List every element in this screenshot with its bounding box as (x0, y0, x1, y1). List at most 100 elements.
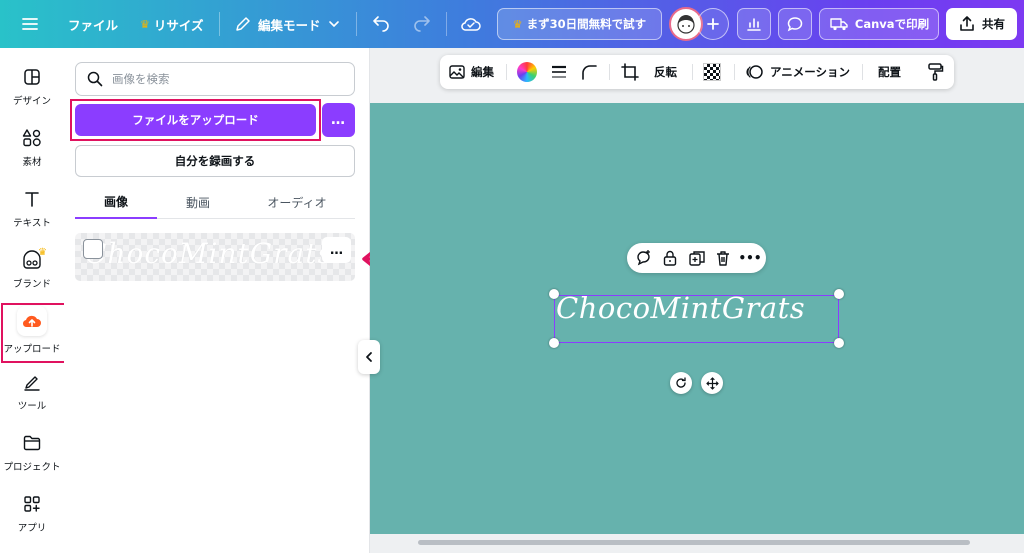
redo-icon[interactable] (412, 0, 432, 48)
edit-mode-menu[interactable]: 編集モード (234, 0, 341, 48)
search-icon (87, 71, 103, 87)
horizontal-scrollbar[interactable] (418, 540, 970, 545)
edit-mode-label: 編集モード (258, 17, 321, 33)
crop-button[interactable] (621, 55, 639, 89)
rail-label: アプリ (17, 522, 47, 534)
resize-handle-bottom-right[interactable] (834, 338, 844, 348)
record-yourself-button[interactable]: 自分を録画する (75, 145, 355, 177)
hamburger-icon[interactable] (20, 0, 40, 48)
more-options-icon[interactable]: ••• (739, 248, 762, 268)
text-icon (21, 188, 43, 210)
trash-icon[interactable] (713, 248, 733, 268)
comment-icon (787, 17, 803, 32)
upload-cloud-icon (17, 305, 47, 336)
shapes-icon (21, 127, 43, 149)
insights-button[interactable] (737, 8, 771, 40)
context-toolbar: 編集 反転 アニメーション 配置 (440, 55, 954, 89)
image-search-field[interactable] (75, 62, 355, 96)
chevron-left-icon (366, 352, 372, 362)
rail-item-uploads[interactable]: アップロード (0, 302, 64, 358)
truck-icon (830, 18, 848, 31)
tab-label: オーディオ (267, 196, 327, 210)
resize-handle-bottom-left[interactable] (549, 338, 559, 348)
tab-images[interactable]: 画像 (75, 186, 157, 219)
border-style-button[interactable] (550, 55, 568, 89)
rotate-button[interactable] (670, 372, 692, 394)
divider (446, 12, 447, 36)
crop-icon (621, 63, 639, 81)
rail-label: プロジェクト (3, 461, 61, 473)
upload-files-button[interactable]: ファイルをアップロード (75, 104, 316, 136)
tab-audio[interactable]: オーディオ (251, 186, 343, 219)
color-picker-button[interactable] (517, 55, 537, 89)
rail-item-apps[interactable]: アプリ (0, 485, 64, 541)
pencil-icon (236, 17, 250, 31)
resize-handle-top-left[interactable] (549, 289, 559, 299)
file-menu-label: ファイル (68, 17, 119, 33)
resize-handle-top-right[interactable] (834, 289, 844, 299)
paint-roller-icon (928, 63, 944, 81)
add-member-button[interactable] (697, 8, 729, 40)
free-trial-label: まず30日間無料で試す (526, 17, 647, 31)
rail-label: 素材 (22, 156, 42, 168)
selection-box (554, 295, 839, 343)
rail-item-elements[interactable]: 素材 (0, 119, 64, 175)
search-input[interactable] (112, 72, 342, 86)
print-button[interactable]: Canvaで印刷 (819, 8, 939, 40)
rail-item-tools[interactable]: ツール (0, 363, 64, 419)
file-menu[interactable]: ファイル (68, 0, 118, 48)
undo-icon[interactable] (371, 0, 391, 48)
uploaded-image-item[interactable]: ChocoMintGrats … (75, 233, 355, 281)
rail-item-text[interactable]: テキスト (0, 180, 64, 236)
duplicate-icon[interactable] (687, 248, 707, 268)
position-button[interactable]: 配置 (878, 55, 901, 89)
position-label: 配置 (878, 65, 901, 79)
tab-label: 動画 (185, 196, 210, 210)
move-button[interactable] (701, 372, 723, 394)
flip-button[interactable]: 反転 (654, 55, 677, 89)
resize-label: リサイズ (153, 17, 204, 33)
rail-item-design[interactable]: デザイン (0, 58, 64, 114)
rail-item-brand[interactable]: ブランド ♛ (0, 241, 64, 297)
divider (692, 64, 693, 80)
share-icon (960, 16, 974, 31)
tab-videos[interactable]: 動画 (157, 186, 239, 219)
crown-icon: ♛ (38, 247, 47, 258)
print-label: Canvaで印刷 (854, 17, 930, 31)
rail-label: デザイン (12, 95, 51, 107)
animation-label: アニメーション (770, 65, 851, 79)
share-button[interactable]: 共有 (946, 8, 1017, 40)
rail-item-projects[interactable]: プロジェクト (0, 424, 64, 480)
corner-rounding-button[interactable] (580, 55, 598, 89)
free-trial-button[interactable]: ♛ まず30日間無料で試す (497, 8, 662, 40)
animate-button[interactable]: アニメーション (745, 55, 850, 89)
select-checkbox[interactable] (83, 239, 103, 259)
folder-icon (21, 432, 43, 454)
resize-menu[interactable]: ♛ リサイズ (140, 0, 204, 48)
copy-style-button[interactable] (926, 55, 944, 89)
item-more-button[interactable]: … (322, 237, 351, 263)
plus-icon (707, 18, 719, 30)
cloud-saved-icon[interactable] (460, 0, 482, 48)
corner-radius-icon (582, 65, 597, 80)
divider (219, 12, 220, 36)
crown-icon: ♛ (140, 17, 150, 31)
collapse-panel-button[interactable] (358, 340, 380, 374)
color-wheel-icon (517, 62, 537, 82)
animation-icon (746, 65, 763, 79)
apps-icon (21, 493, 43, 515)
comment-button[interactable] (778, 8, 812, 40)
divider (862, 64, 863, 80)
upload-options-button[interactable]: … (322, 103, 355, 137)
add-comment-icon[interactable] (633, 248, 653, 268)
lock-icon[interactable] (660, 248, 680, 268)
rail-label: テキスト (13, 217, 51, 229)
transparency-checker-icon (703, 63, 721, 81)
edit-image-button[interactable]: 編集 (448, 55, 494, 89)
upload-files-label: ファイルをアップロード (132, 113, 259, 127)
avatar-face-icon (677, 15, 695, 34)
top-bar: ファイル ♛ リサイズ 編集モード ♛ まず30日間無料で試す Canvaで印刷 共… (0, 0, 1024, 48)
chevron-down-icon (328, 21, 339, 28)
transparency-button[interactable] (703, 55, 721, 89)
uploaded-image-preview: ChocoMintGrats (85, 237, 333, 270)
